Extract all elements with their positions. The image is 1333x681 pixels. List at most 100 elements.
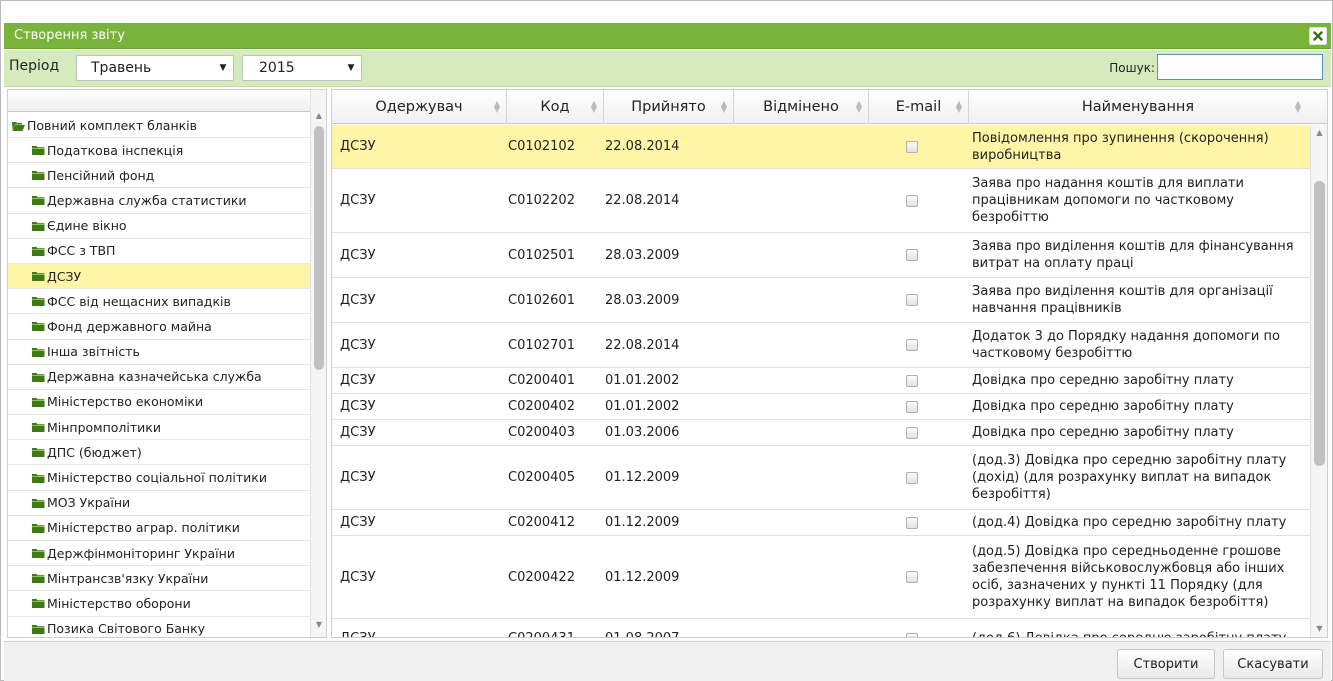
- cancel-button[interactable]: Скасувати: [1223, 649, 1323, 679]
- table-row[interactable]: ДСЗУ C0102202 22.08.2014 Заява про надання …: [332, 169, 1312, 233]
- cell-name: Довідка про середню заробітну плату: [972, 373, 1234, 388]
- col-header-label: Найменування: [1081, 99, 1195, 115]
- tree-item[interactable]: МОЗ України: [8, 491, 312, 516]
- tree-root-item[interactable]: Повний комплект бланків: [8, 114, 312, 138]
- sort-icon: ▲ ▼: [955, 99, 962, 114]
- tree-item[interactable]: Міністерство аграр. політики: [8, 516, 312, 541]
- cell-receiver: ДСЗУ: [340, 337, 376, 353]
- tree-item-label: Фонд державного майна: [47, 318, 212, 334]
- folder-icon: [32, 397, 45, 407]
- email-checkbox[interactable]: [906, 249, 918, 261]
- col-header-receiver[interactable]: Одержувач ▲ ▼: [332, 90, 507, 124]
- table-row[interactable]: ДСЗУ C0102601 28.03.2009 Заява про виділенн…: [332, 278, 1312, 323]
- table-row[interactable]: ДСЗУ C0200412 01.12.2009 (дод.4) Довідка пр…: [332, 510, 1312, 536]
- tree-item[interactable]: Держфінмоніторинг України: [8, 541, 312, 567]
- table-scroll-thumb[interactable]: [1314, 181, 1325, 466]
- tree-item-label: Державна казначейська служба: [47, 369, 262, 385]
- tree-item[interactable]: Позика Світового Банку: [8, 617, 312, 637]
- tree-item[interactable]: Мінпромполітики: [8, 415, 312, 441]
- folder-icon: [32, 598, 45, 609]
- email-checkbox[interactable]: [906, 632, 918, 637]
- tree-item[interactable]: Державна казначейська служба: [8, 365, 312, 390]
- col-header-accepted[interactable]: Прийнято ▲ ▼: [604, 90, 734, 124]
- col-header-email[interactable]: E-mail ▲ ▼: [869, 90, 969, 124]
- tree-item[interactable]: Міністерство соціальної політики: [8, 465, 312, 491]
- table-row[interactable]: ДСЗУ C0200405 01.12.2009 (дод.3) Довідка пр…: [332, 446, 1312, 510]
- tree-item-label: ДПС (бюджет): [47, 444, 142, 460]
- tree-item[interactable]: ФСС від нещасних випадків: [8, 289, 312, 315]
- email-checkbox[interactable]: [906, 426, 918, 439]
- tree-item[interactable]: Міністерство оборони: [8, 591, 312, 617]
- search-label: Пошук:: [1109, 61, 1155, 75]
- sort-icon: ▲ ▼: [855, 99, 862, 114]
- email-checkbox[interactable]: [906, 374, 918, 387]
- cell-email: [906, 536, 926, 618]
- create-button[interactable]: Створити: [1117, 649, 1215, 679]
- email-checkbox[interactable]: [906, 294, 918, 306]
- tree-item[interactable]: Мінтрансзв'язку України: [8, 566, 312, 592]
- tree-item[interactable]: Міністерство економіки: [8, 390, 312, 416]
- scroll-down-icon[interactable]: ▼: [1311, 621, 1327, 637]
- tree-item[interactable]: Податкова інспекція: [8, 138, 312, 164]
- col-header-label: Відмінено: [763, 99, 839, 115]
- scroll-up-icon[interactable]: ▲: [311, 108, 326, 124]
- col-header-name[interactable]: Найменування ▲ ▼: [969, 90, 1307, 124]
- tree-scroll-thumb[interactable]: [314, 126, 324, 370]
- folder-icon: [32, 221, 45, 231]
- tree-item[interactable]: Пенсійний фонд: [8, 163, 312, 189]
- close-button[interactable]: [1309, 27, 1327, 45]
- cell-code: C0102202: [508, 193, 575, 208]
- table-row[interactable]: ДСЗУ C0200403 01.03.2006 Довідка про середн…: [332, 420, 1312, 446]
- cell-code: C0200422: [508, 569, 575, 585]
- tree-item[interactable]: ФСС з ТВП: [8, 239, 312, 264]
- tree-item-label: ФСС з ТВП: [47, 243, 116, 259]
- cell-code: C0102102: [508, 139, 575, 154]
- cell-accepted: 01.12.2009: [605, 515, 680, 530]
- cell-email: [906, 125, 926, 168]
- email-checkbox[interactable]: [906, 339, 918, 351]
- table-row[interactable]: ДСЗУ C0200402 01.01.2002 Довідка про середн…: [332, 394, 1312, 420]
- col-header-code[interactable]: Код ▲ ▼: [507, 90, 604, 124]
- email-checkbox[interactable]: [906, 194, 918, 207]
- cell-name: Довідка про середню заробітну плату: [972, 399, 1234, 414]
- folder-icon: [32, 523, 45, 533]
- cell-receiver: ДСЗУ: [340, 399, 376, 414]
- table-row[interactable]: ДСЗУ C0200431 01.08.2007 (дод.6) Довідка пр…: [332, 619, 1312, 637]
- table-scrollbar[interactable]: ▲ ▼: [1310, 125, 1327, 637]
- table-row[interactable]: ДСЗУ C0102102 22.08.2014 Повідомлення про з…: [332, 125, 1312, 169]
- table-row[interactable]: ДСЗУ C0200422 01.12.2009 (дод.5) Довідка пр…: [332, 536, 1312, 619]
- tree-item[interactable]: Державна служба статистики: [8, 188, 312, 214]
- cell-accepted: 01.01.2002: [605, 399, 680, 414]
- month-select[interactable]: Травень ▼: [76, 55, 234, 81]
- tree-item[interactable]: Інша звітність: [8, 340, 312, 365]
- col-header-label: Код: [540, 99, 570, 115]
- tree-item-label: Мінтрансзв'язку України: [47, 570, 209, 586]
- email-checkbox[interactable]: [906, 471, 918, 484]
- folder-icon: [32, 372, 45, 382]
- email-checkbox[interactable]: [906, 516, 918, 529]
- period-toolbar: Період Травень ▼ 2015 ▼ Пошук:: [4, 50, 1331, 87]
- search-input[interactable]: [1157, 54, 1323, 80]
- scroll-up-icon[interactable]: ▲: [1311, 125, 1327, 141]
- tree-item[interactable]: Фонд державного майна: [8, 314, 312, 340]
- tree-item-label: Позика Світового Банку: [47, 621, 206, 637]
- year-select[interactable]: 2015 ▼: [242, 55, 362, 81]
- folder-icon: [32, 548, 45, 559]
- email-checkbox[interactable]: [906, 140, 918, 153]
- folder-icon: [32, 321, 45, 332]
- folder-icon: [32, 498, 45, 508]
- cell-email: [906, 619, 926, 637]
- table-row[interactable]: ДСЗУ C0102701 22.08.2014 Додаток 3 до Поряд…: [332, 323, 1312, 368]
- tree-scrollbar[interactable]: ▲ ▼: [310, 90, 326, 637]
- table-row[interactable]: ДСЗУ C0200401 01.01.2002 Довідка про середн…: [332, 368, 1312, 394]
- tree-item-label: Пенсійний фонд: [47, 167, 155, 183]
- tree-item[interactable]: ДПС (бюджет): [8, 440, 312, 466]
- email-checkbox[interactable]: [906, 400, 918, 413]
- tree-item[interactable]: ДСЗУ: [8, 263, 312, 290]
- table-row[interactable]: ДСЗУ C0102501 28.03.2009 Заява про виділенн…: [332, 233, 1312, 278]
- scroll-down-icon[interactable]: ▼: [311, 617, 326, 633]
- email-checkbox[interactable]: [906, 571, 918, 583]
- tree-item[interactable]: Єдине вікно: [8, 214, 312, 239]
- cell-email: [906, 278, 926, 322]
- col-header-cancelled[interactable]: Відмінено ▲ ▼: [734, 90, 869, 124]
